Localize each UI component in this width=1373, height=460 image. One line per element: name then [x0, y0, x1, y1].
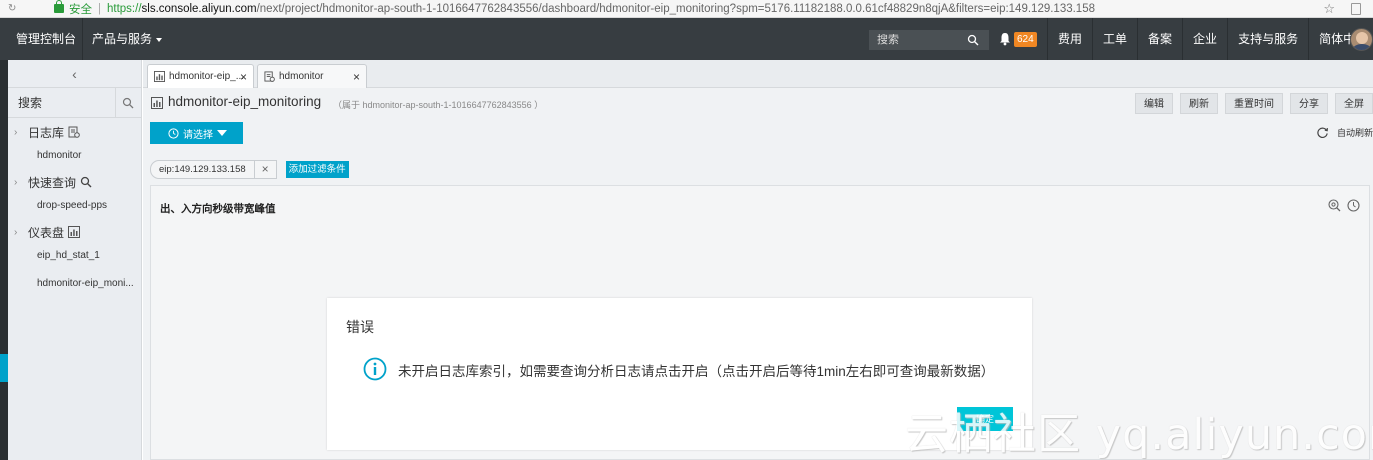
chevron-down-icon: [156, 37, 163, 42]
nav-link-enterprise[interactable]: 企业: [1182, 18, 1227, 60]
time-select-button[interactable]: 请选择: [150, 122, 243, 144]
edit-button[interactable]: 编辑: [1135, 93, 1173, 114]
sidebar-group-label: 快速查询: [28, 175, 77, 190]
logstore-icon: [264, 71, 275, 82]
notification-count-badge[interactable]: 624: [1014, 32, 1037, 47]
tab-dashboard[interactable]: hdmonitor-eip_... ×: [147, 64, 254, 88]
sidebar-group-quick-query[interactable]: › 快速查询: [8, 170, 141, 194]
sidebar-group-label: 日志库: [28, 125, 65, 140]
reset-time-button[interactable]: 重置时间: [1225, 93, 1283, 114]
close-icon[interactable]: ×: [353, 70, 360, 84]
chevron-right-icon[interactable]: ›: [14, 177, 28, 188]
bell-icon[interactable]: [999, 32, 1011, 46]
search-icon: [80, 176, 92, 188]
top-search[interactable]: [869, 30, 989, 50]
sidebar: ‹ › 日志库 hdmonitor › 快速查询 drop-speed-pps …: [8, 60, 142, 460]
dashboard-icon: [154, 71, 165, 82]
products-menu[interactable]: 产品与服务: [82, 18, 167, 60]
logstore-icon: [68, 126, 80, 138]
auto-refresh-toggle[interactable]: 自动刷新: [1316, 126, 1373, 139]
dashboard-icon: [151, 97, 163, 109]
url-host: sls.console.aliyun.com: [141, 2, 257, 15]
search-icon[interactable]: [122, 97, 134, 109]
sidebar-search-input[interactable]: [8, 87, 116, 118]
url-path: /next/project/hdmonitor-ap-south-1-10166…: [256, 2, 1095, 15]
products-label: 产品与服务: [92, 32, 153, 46]
nav-link-icp[interactable]: 备案: [1137, 18, 1182, 60]
tab-label: hdmonitor: [279, 71, 324, 82]
url-separator: |: [98, 2, 101, 15]
sidebar-item-hdmonitor[interactable]: hdmonitor: [8, 144, 141, 168]
extension-icon[interactable]: [1351, 3, 1361, 15]
top-navigation: 管理控制台 产品与服务 624 费用 工单 备案 企业 支持与服务 简体中文: [0, 18, 1373, 60]
sidebar-item-drop-speed-pps[interactable]: drop-speed-pps: [8, 194, 141, 218]
tab-label: hdmonitor-eip_...: [169, 71, 245, 82]
nav-link-support[interactable]: 支持与服务: [1227, 18, 1308, 60]
add-filter-button[interactable]: 添加过滤条件: [285, 161, 349, 178]
dashboard-header: hdmonitor-eip_monitoring （属于 hdmonitor-a…: [143, 88, 1373, 118]
search-icon[interactable]: [967, 34, 979, 46]
dashboard-icon: [68, 226, 81, 238]
time-select-label: 请选择: [183, 129, 213, 141]
sidebar-item-hdmonitor-eip-monitoring[interactable]: hdmonitor-eip_moni...: [8, 272, 141, 296]
filter-chip[interactable]: eip:149.129.133.158 ×: [150, 160, 277, 179]
filter-chip-label: eip:149.129.133.158: [159, 164, 246, 175]
dashboard-toolbar: 编辑 刷新 重置时间 分享 全屏: [1128, 93, 1373, 114]
refresh-icon: [1317, 127, 1328, 138]
chart-panel-actions: [1322, 199, 1360, 212]
watermark: 云栖社区 yq.aliyun.com: [905, 410, 1373, 460]
browser-address-bar[interactable]: ↻ 安全 | https:// sls.console.aliyun.com /…: [0, 0, 1373, 18]
page-subtitle: （属于 hdmonitor-ap-south-1-101664776284355…: [333, 100, 544, 110]
clock-icon[interactable]: [1347, 199, 1360, 212]
collapse-sidebar-button[interactable]: ‹: [8, 60, 141, 88]
sidebar-group-label: 仪表盘: [28, 225, 65, 240]
chevron-right-icon[interactable]: ›: [14, 127, 28, 138]
product-nav-strip: [0, 60, 8, 460]
bookmark-star-icon[interactable]: ☆: [1323, 1, 1335, 17]
tab-bar: hdmonitor-eip_... × hdmonitor ×: [143, 60, 1373, 88]
reload-icon[interactable]: ↻: [8, 3, 18, 14]
filter-row: eip:149.129.133.158 × 添加过滤条件: [150, 160, 349, 179]
info-icon: [363, 357, 387, 381]
sidebar-item-eip-hd-stat[interactable]: eip_hd_stat_1: [8, 244, 141, 268]
close-icon[interactable]: ×: [240, 70, 247, 84]
dialog-message: 未开启日志库索引，如需要查询分析日志请点击开启（点击开启后等待1min左右即可查…: [398, 364, 995, 379]
chevron-right-icon[interactable]: ›: [14, 227, 28, 238]
console-link[interactable]: 管理控制台: [0, 18, 82, 60]
nav-link-tickets[interactable]: 工单: [1092, 18, 1137, 60]
nav-link-billing[interactable]: 费用: [1047, 18, 1092, 60]
security-label: 安全: [69, 3, 92, 16]
chevron-left-icon[interactable]: ‹: [72, 66, 77, 82]
refresh-button[interactable]: 刷新: [1180, 93, 1218, 114]
sidebar-group-logstore[interactable]: › 日志库: [8, 120, 141, 144]
auto-refresh-label: 自动刷新: [1336, 128, 1373, 138]
page-title: hdmonitor-eip_monitoring: [168, 94, 322, 109]
clock-icon: [168, 127, 179, 139]
dialog-title: 错误: [346, 319, 374, 335]
top-right-links: 费用 工单 备案 企业 支持与服务 简体中文: [1047, 18, 1373, 60]
chart-panel-title: 出、入方向秒级带宽峰值: [160, 203, 276, 215]
share-button[interactable]: 分享: [1290, 93, 1328, 114]
close-icon[interactable]: ×: [253, 161, 276, 178]
url-protocol: https://: [107, 2, 142, 15]
lock-icon: [54, 0, 64, 13]
tab-logstore[interactable]: hdmonitor ×: [257, 64, 367, 88]
avatar[interactable]: [1350, 28, 1373, 51]
zoom-icon[interactable]: [1328, 199, 1341, 212]
sidebar-search[interactable]: [8, 87, 141, 118]
sidebar-group-dashboard[interactable]: › 仪表盘: [8, 220, 141, 244]
caret-down-icon: [217, 130, 227, 136]
active-nav-indicator: [0, 354, 8, 382]
fullscreen-button[interactable]: 全屏: [1335, 93, 1373, 114]
top-search-input[interactable]: [869, 34, 965, 46]
